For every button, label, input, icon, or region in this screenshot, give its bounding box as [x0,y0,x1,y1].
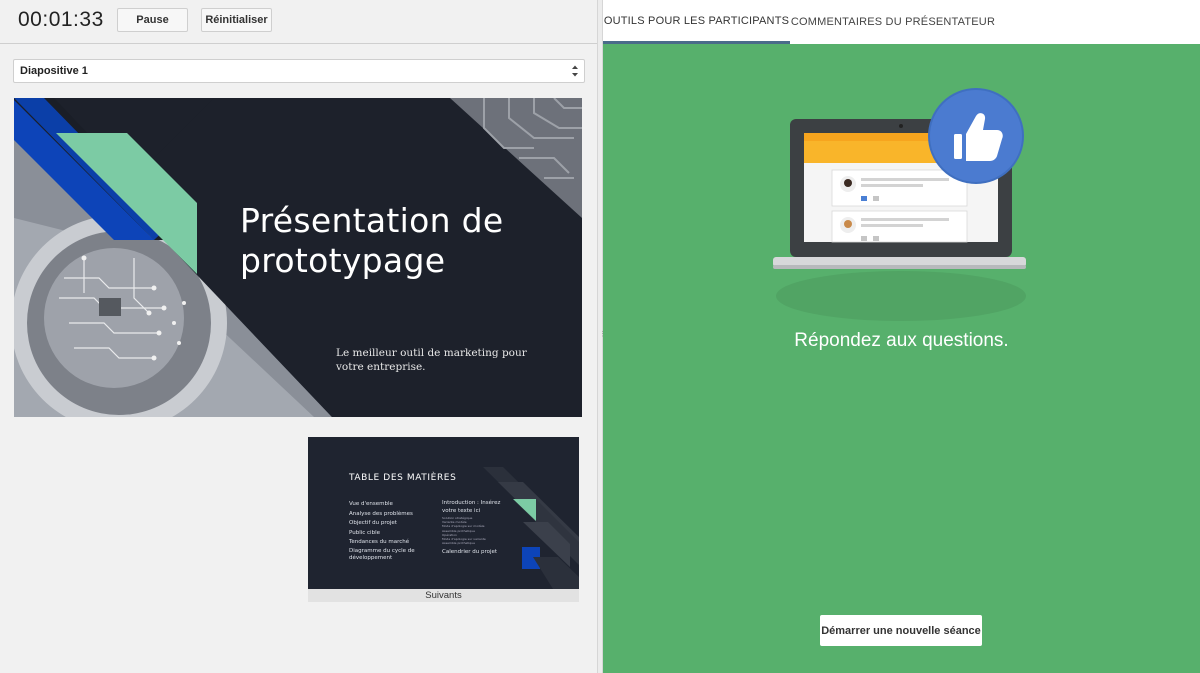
tab-participant-tools[interactable]: OUTILS POUR LES PARTICIPANTS [603,0,790,44]
presenter-left-pane: 00:01:33 Pause Réinitialiser Diapositive… [0,0,597,673]
toc-item: développement [349,554,393,561]
participant-prompt: Répondez aux questions. [794,330,1009,351]
toc-item: Introduction : Insérez [442,500,501,506]
presenter-tabs: OUTILS POUR LES PARTICIPANTS COMMENTAIRE… [603,0,1200,44]
toc-item: Calendrier du projet [442,549,498,556]
slide-title-line1: Présentation de [240,201,504,240]
next-slide-title: TABLE DES MATIÈRES [349,473,457,483]
laptop-qa-illustration [773,88,1026,321]
toc-subitem: Assemble prothetique [442,541,475,546]
current-slide-preview[interactable]: Présentation de prototypage Le meilleur … [14,98,582,417]
next-slide-preview[interactable]: TABLE DES MATIÈRES Vue d'ensemble Analys… [308,437,579,589]
presenter-right-pane: OUTILS POUR LES PARTICIPANTS COMMENTAIRE… [603,0,1200,673]
toc-item: Objectif du projet [349,520,397,526]
next-slide-label: Suivants [308,589,579,602]
presenter-toolbar: 00:01:33 Pause Réinitialiser [0,0,597,44]
toc-column-1: Vue d'ensemble Analyse des problèmes Obj… [349,500,434,562]
slide-select-value: Diapositive 1 [20,65,88,77]
toc-item: votre texte ici [442,508,481,514]
toc-item: Public cible [349,529,380,536]
toc-item: Diagramme du cycle de [349,547,415,554]
select-updown-icon [572,65,578,77]
slide-select[interactable]: Diapositive 1 [13,59,585,83]
toc-column-2: Introduction : Insérez votre texte ici S… [442,500,512,558]
slide-title-line2: prototypage [240,241,446,280]
pause-button[interactable]: Pause [117,8,188,32]
slide-title: Présentation de prototypage [240,201,504,281]
toc-item: Analyse des problèmes [349,510,413,517]
toc-item: Vue d'ensemble [349,501,393,507]
toc-item: Tendances du marché [349,539,410,545]
tab-speaker-notes[interactable]: COMMENTAIRES DU PRÉSENTATEUR [790,0,996,44]
reset-button[interactable]: Réinitialiser [201,8,272,32]
participant-tools-panel: Répondez aux questions. Démarrer une nou… [603,44,1200,673]
slide-subtitle: Le meilleur outil de marketing pour votr… [336,347,527,373]
elapsed-timer: 00:01:33 [18,8,104,31]
start-new-session-button[interactable]: Démarrer une nouvelle séance [820,615,982,646]
